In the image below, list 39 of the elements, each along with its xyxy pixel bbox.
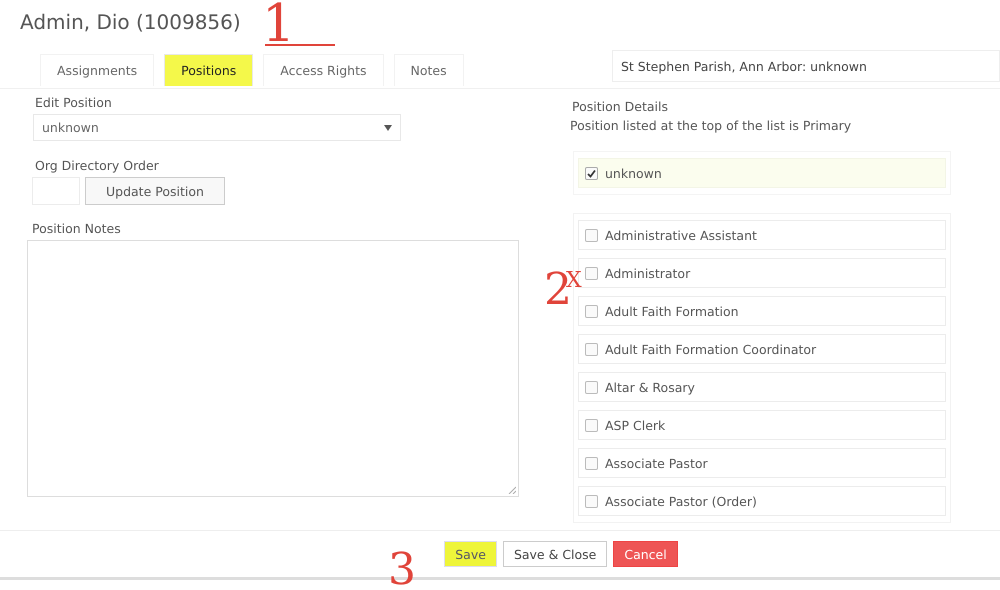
position-row[interactable]: Altar & Rosary [578, 372, 946, 402]
position-row[interactable]: Adult Faith Formation [578, 296, 946, 326]
tab[interactable]: Positions [164, 54, 254, 86]
position-row[interactable]: unknown [578, 158, 946, 188]
resize-grip-icon [508, 486, 516, 494]
handwritten-mark: 1 [262, 0, 296, 50]
checkbox[interactable] [585, 228, 598, 242]
checkbox[interactable] [585, 380, 598, 394]
position-row[interactable]: Administrative Assistant [578, 220, 946, 250]
check-icon [587, 168, 596, 178]
checkbox[interactable] [585, 494, 598, 508]
notes-textarea[interactable] [27, 240, 519, 497]
position-row[interactable]: Adult Faith Formation Coordinator [578, 334, 946, 364]
checkbox[interactable] [585, 166, 598, 180]
page-title: Admin, Dio (1009856) [20, 10, 241, 34]
tab[interactable]: Notes [394, 54, 464, 86]
checkbox[interactable] [585, 304, 598, 318]
location-field[interactable]: St Stephen Parish, Ann Arbor: unknown [612, 50, 1000, 82]
position-row[interactable]: ASP Clerk [578, 410, 946, 440]
field-label: Edit Position [35, 95, 113, 110]
handwritten-mark: 3 [388, 548, 416, 590]
checkbox[interactable] [585, 342, 598, 356]
checkbox[interactable] [585, 456, 598, 470]
position-row[interactable]: Associate Pastor [578, 448, 946, 478]
section-hint: Position listed at the top of the list is Primary [570, 118, 852, 133]
update-position-button[interactable]: Update Position [85, 177, 225, 205]
checkbox[interactable] [585, 266, 598, 280]
field-label: Org Directory Order [35, 158, 160, 173]
position-dropdown[interactable]: unknown [33, 114, 401, 141]
tab[interactable]: Access Rights [263, 54, 384, 86]
caret-icon [384, 124, 392, 130]
tab[interactable]: Assignments [40, 54, 154, 86]
position-row[interactable]: Associate Pastor (Order) [578, 486, 946, 516]
action-button[interactable]: Save [444, 541, 497, 567]
checkbox[interactable] [585, 418, 598, 432]
action-button[interactable]: Save & Close [502, 541, 608, 567]
dropdown-value: unknown [42, 120, 99, 135]
field-label: Position Notes [32, 221, 122, 236]
section-title: Position Details [572, 99, 669, 114]
